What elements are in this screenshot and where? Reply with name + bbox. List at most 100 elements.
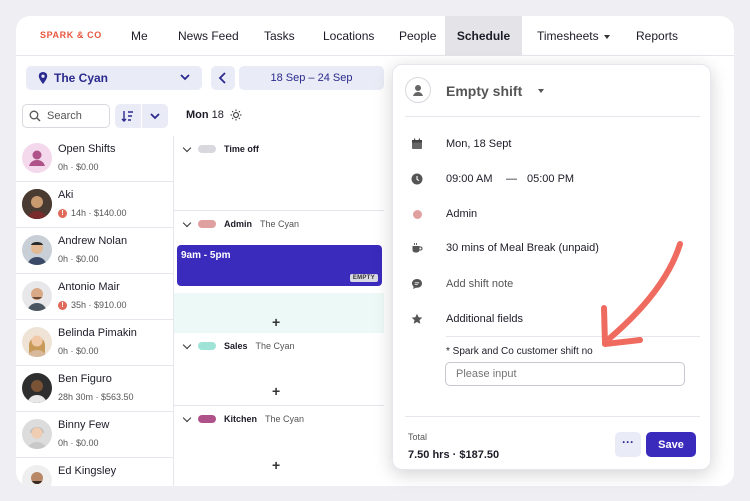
- section-color-pill: [198, 342, 216, 350]
- shift-time-row[interactable]: 09:00 AM — 05:00 PM: [393, 170, 712, 190]
- section-kitchen: Kitchen The Cyan +: [174, 406, 384, 486]
- shift-date: Mon, 18 Sept: [446, 138, 512, 150]
- day-date: 18: [211, 109, 224, 121]
- customer-shift-no-input[interactable]: [445, 362, 685, 386]
- staff-list: Open Shifts 0h · $0.00 Aki ! 14h · $140.0…: [16, 136, 174, 486]
- top-nav: SPARK & CO Me News Feed Tasks Locations …: [16, 16, 734, 56]
- nav-me[interactable]: Me: [131, 16, 148, 56]
- time-separator: —: [506, 173, 517, 185]
- staff-meta-text: 0h · $0.00: [58, 162, 99, 172]
- avatar: [22, 327, 52, 357]
- staff-name: Belinda Pimakin: [58, 327, 137, 339]
- add-shift-button[interactable]: +: [272, 457, 280, 473]
- nav-reports[interactable]: Reports: [636, 16, 678, 56]
- nav-timesheets-label: Timesheets: [537, 29, 599, 43]
- save-button[interactable]: Save: [646, 432, 696, 457]
- section-location: The Cyan: [265, 414, 305, 424]
- divider: [405, 116, 700, 117]
- staff-meta: 0h · $0.00: [58, 162, 99, 172]
- staff-meta: ! 35h · $910.00: [58, 300, 127, 310]
- search-input[interactable]: Search: [22, 104, 110, 128]
- shift-block[interactable]: 9am - 5pm EMPTY: [177, 245, 382, 286]
- brand-logo[interactable]: SPARK & CO: [40, 30, 102, 40]
- star-icon: [411, 313, 423, 324]
- section-header[interactable]: Sales The Cyan: [182, 340, 295, 351]
- search-icon: [29, 110, 41, 122]
- section-time-off: Time off: [174, 136, 384, 211]
- staff-meta-text: 0h · $0.00: [58, 438, 99, 448]
- date-range-picker[interactable]: 18 Sep – 24 Sep: [239, 66, 384, 90]
- section-name: Kitchen: [224, 414, 258, 424]
- nav-tasks[interactable]: Tasks: [264, 16, 295, 56]
- chevron-left-icon: [218, 72, 226, 84]
- chevron-down-icon: [180, 74, 190, 81]
- day-label: Mon: [186, 109, 209, 121]
- chevron-down-icon[interactable]: [182, 340, 192, 349]
- nav-news-feed[interactable]: News Feed: [178, 16, 239, 56]
- staff-row[interactable]: Binny Few 0h · $0.00: [16, 412, 174, 458]
- add-shift-button[interactable]: +: [272, 314, 280, 330]
- sort-dropdown-button[interactable]: [142, 104, 168, 128]
- staff-name: Ben Figuro: [58, 373, 112, 385]
- shift-role: Admin: [446, 208, 478, 220]
- open-shifts-icon: [22, 143, 52, 173]
- staff-meta-text: 28h 30m · $563.50: [58, 392, 134, 402]
- nav-schedule[interactable]: Schedule: [445, 16, 522, 56]
- nav-locations[interactable]: Locations: [323, 16, 374, 56]
- avatar: [22, 189, 52, 219]
- section-name: Time off: [224, 144, 259, 154]
- shift-end-time[interactable]: 05:00 PM: [527, 173, 574, 185]
- staff-row[interactable]: Andrew Nolan 0h · $0.00: [16, 228, 174, 274]
- chevron-down-icon: [603, 34, 610, 39]
- staff-row[interactable]: Open Shifts 0h · $0.00: [16, 136, 174, 182]
- chevron-down-icon[interactable]: [182, 218, 192, 227]
- section-header[interactable]: Admin The Cyan: [182, 218, 300, 229]
- section-header[interactable]: Time off: [182, 143, 259, 154]
- avatar: [22, 281, 52, 311]
- staff-meta: 0h · $0.00: [58, 254, 99, 264]
- warning-icon: !: [58, 208, 67, 218]
- staff-row[interactable]: Belinda Pimakin 0h · $0.00: [16, 320, 174, 366]
- section-location: The Cyan: [260, 219, 300, 229]
- sort-button[interactable]: [115, 104, 141, 128]
- assignee-avatar[interactable]: [405, 77, 431, 103]
- chevron-down-icon[interactable]: [182, 413, 192, 422]
- avatar: [22, 419, 52, 449]
- shift-time: 9am - 5pm: [181, 250, 231, 261]
- sun-icon: [230, 109, 242, 121]
- section-header[interactable]: Kitchen The Cyan: [182, 413, 305, 424]
- avatar: [22, 373, 52, 403]
- prev-week-button[interactable]: [211, 66, 235, 90]
- avatar: [22, 465, 52, 486]
- staff-row[interactable]: Ed Kingsley: [16, 458, 174, 486]
- section-location: The Cyan: [255, 341, 295, 351]
- staff-meta-text: 0h · $0.00: [58, 346, 99, 356]
- location-select[interactable]: The Cyan: [26, 66, 202, 90]
- staff-name: Open Shifts: [58, 143, 116, 155]
- add-shift-button[interactable]: +: [272, 383, 280, 399]
- chevron-down-icon[interactable]: [182, 143, 192, 152]
- section-name: Sales: [224, 341, 248, 351]
- empty-badge: EMPTY: [349, 274, 378, 282]
- search-placeholder: Search: [47, 110, 82, 122]
- more-options-button[interactable]: ···: [615, 432, 641, 457]
- shift-title[interactable]: Empty shift: [446, 83, 522, 99]
- comment-icon: [412, 279, 422, 289]
- chevron-down-icon[interactable]: [538, 89, 544, 93]
- nav-people[interactable]: People: [399, 16, 436, 56]
- chevron-down-icon: [150, 113, 160, 120]
- coffee-cup-icon: [412, 243, 423, 253]
- location-select-value: The Cyan: [54, 71, 109, 85]
- staff-row[interactable]: Aki ! 14h · $140.00: [16, 182, 174, 228]
- staff-row[interactable]: Ben Figuro 28h 30m · $563.50: [16, 366, 174, 412]
- staff-meta-text: 14h · $140.00: [71, 208, 127, 218]
- shift-date-row[interactable]: Mon, 18 Sept: [393, 135, 712, 155]
- staff-meta: ! 14h · $140.00: [58, 208, 127, 218]
- staff-row[interactable]: Antonio Mair ! 35h · $910.00: [16, 274, 174, 320]
- staff-name: Ed Kingsley: [58, 465, 117, 477]
- section-sales: Sales The Cyan +: [174, 333, 384, 406]
- shift-start-time[interactable]: 09:00 AM: [446, 173, 492, 185]
- nav-timesheets[interactable]: Timesheets: [537, 16, 610, 56]
- shift-role-row[interactable]: Admin: [393, 205, 712, 225]
- section-color-pill: [198, 145, 216, 153]
